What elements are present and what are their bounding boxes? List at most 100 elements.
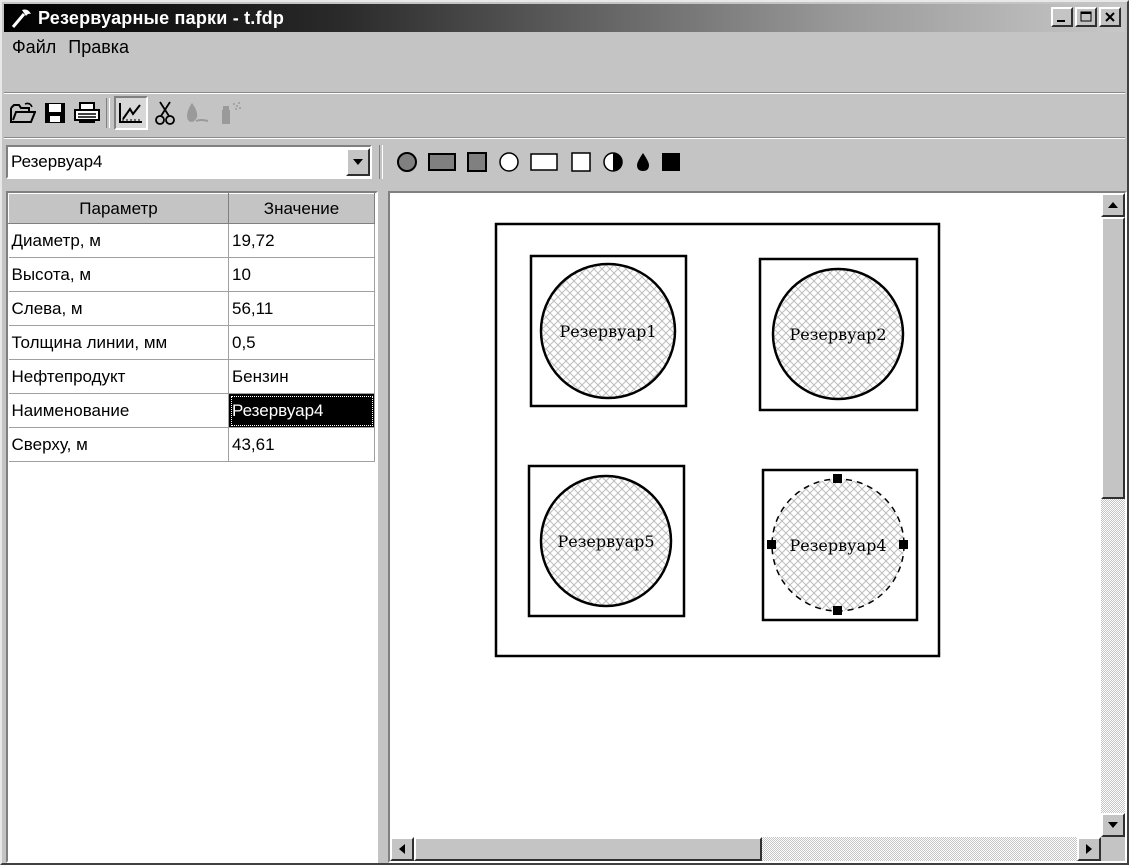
- param-value[interactable]: 43,61: [228, 427, 375, 462]
- tank-label: Резервуар1: [559, 322, 656, 341]
- shape-drop-button[interactable]: [630, 150, 656, 174]
- cut-icon: [155, 101, 175, 125]
- title-bar[interactable]: Резервуарные парки - t.fdp: [4, 4, 1125, 32]
- shape-filled-wide-rect-button[interactable]: [426, 150, 458, 174]
- draw-mode-button[interactable]: [114, 96, 148, 130]
- cut-button[interactable]: [152, 98, 178, 128]
- tank-5[interactable]: Резервуар5: [527, 464, 686, 618]
- half-circle-icon: [603, 152, 623, 172]
- table-row[interactable]: Наименование Резервуар4: [8, 393, 375, 428]
- param-value-selected[interactable]: Резервуар4: [228, 393, 375, 428]
- scroll-left-button[interactable]: [390, 837, 414, 861]
- toolbar-divider: [4, 137, 1125, 139]
- param-value[interactable]: Бензин: [228, 359, 375, 394]
- maximize-icon: [1080, 11, 1092, 22]
- close-button[interactable]: [1099, 7, 1121, 27]
- app-icon: [11, 9, 31, 28]
- scroll-up-button[interactable]: [1101, 193, 1125, 217]
- menu-bar: Файл Правка: [6, 34, 135, 60]
- hollow-square-icon: [571, 152, 591, 172]
- toolbar-separator: [106, 98, 110, 128]
- shape-hollow-wide-rect-button[interactable]: [528, 150, 560, 174]
- tank-label: Резервуар2: [789, 325, 886, 344]
- shape-filled-square-button[interactable]: [464, 150, 490, 174]
- hollow-circle-icon: [499, 152, 519, 172]
- param-name: Сверху, м: [8, 427, 229, 462]
- table-row[interactable]: Толщина линии, мм 0,5: [8, 325, 375, 360]
- save-button[interactable]: [40, 98, 70, 128]
- param-value[interactable]: 0,5: [228, 325, 375, 360]
- resize-handle[interactable]: [899, 540, 908, 549]
- scroll-down-button[interactable]: [1101, 813, 1125, 837]
- horizontal-scrollbar[interactable]: [390, 837, 1101, 861]
- save-icon: [45, 103, 65, 123]
- close-icon: [1105, 12, 1115, 22]
- chevron-down-icon: [353, 159, 363, 165]
- arrow-left-icon: [399, 844, 405, 854]
- black-square-icon: [662, 153, 680, 171]
- table-row[interactable]: Слева, м 56,11: [8, 291, 375, 326]
- menu-file[interactable]: Файл: [6, 37, 62, 58]
- maximize-button[interactable]: [1075, 7, 1097, 27]
- param-value[interactable]: 10: [228, 257, 375, 292]
- drop-icon: [637, 153, 649, 171]
- table-row[interactable]: Диаметр, м 19,72: [8, 223, 375, 258]
- param-value[interactable]: 56,11: [228, 291, 375, 326]
- fill-icon: [187, 103, 209, 122]
- param-name: Высота, м: [8, 257, 229, 292]
- property-grid: Параметр Значение Диаметр, м 19,72 Высот…: [6, 191, 378, 863]
- param-value[interactable]: 19,72: [228, 223, 375, 258]
- table-row[interactable]: Сверху, м 43,61: [8, 427, 375, 462]
- resize-handle[interactable]: [833, 474, 842, 483]
- shape-filled-circle-button[interactable]: [394, 150, 420, 174]
- tank-1[interactable]: Резервуар1: [529, 254, 688, 408]
- draw-mode-icon: [119, 103, 142, 123]
- open-icon: [10, 102, 36, 123]
- filled-square-icon: [467, 152, 487, 172]
- spray-button[interactable]: [214, 98, 244, 128]
- shape-hollow-circle-button[interactable]: [496, 150, 522, 174]
- spray-icon: [222, 102, 241, 124]
- menu-edit[interactable]: Правка: [62, 37, 135, 58]
- filled-circle-icon: [397, 152, 417, 172]
- tank-label: Резервуар4: [789, 536, 886, 555]
- arrow-down-icon: [1108, 822, 1118, 828]
- arrow-up-icon: [1108, 202, 1118, 208]
- resize-handle[interactable]: [767, 540, 776, 549]
- object-select-value: Резервуар4: [11, 152, 103, 171]
- vertical-scroll-thumb[interactable]: [1101, 217, 1125, 499]
- param-name: Слева, м: [8, 291, 229, 326]
- open-button[interactable]: [8, 98, 38, 128]
- resize-handle[interactable]: [833, 606, 842, 615]
- tank-farm-diagram[interactable]: Резервуар1 Резервуар2 Резервуар5 Резерву…: [390, 193, 1101, 837]
- object-select-dropdown-button[interactable]: [346, 148, 370, 176]
- print-button[interactable]: [72, 98, 102, 128]
- hollow-wide-rect-icon: [530, 153, 558, 171]
- horizontal-scroll-thumb[interactable]: [414, 837, 762, 861]
- object-select[interactable]: Резервуар4: [6, 145, 372, 179]
- shape-hollow-square-button[interactable]: [568, 150, 594, 174]
- table-row[interactable]: Нефтепродукт Бензин: [8, 359, 375, 394]
- shape-half-circle-button[interactable]: [600, 150, 626, 174]
- tank-label: Резервуар5: [557, 532, 654, 551]
- shape-black-square-button[interactable]: [658, 150, 684, 174]
- scrollbar-corner: [1101, 837, 1125, 861]
- palette-separator: [379, 145, 383, 179]
- table-row[interactable]: Высота, м 10: [8, 257, 375, 292]
- tank-2[interactable]: Резервуар2: [758, 257, 919, 412]
- filled-wide-rect-icon: [428, 153, 456, 171]
- menu-divider: [4, 92, 1125, 94]
- scroll-right-button[interactable]: [1077, 837, 1101, 861]
- minimize-button[interactable]: [1051, 7, 1073, 27]
- param-name: Диаметр, м: [8, 223, 229, 258]
- column-header-value[interactable]: Значение: [228, 193, 375, 224]
- fill-button[interactable]: [182, 98, 212, 128]
- tank-4-selected[interactable]: Резервуар4: [761, 468, 919, 622]
- drawing-canvas[interactable]: Резервуар1 Резервуар2 Резервуар5 Резерву…: [388, 191, 1127, 863]
- column-header-parameter[interactable]: Параметр: [8, 193, 229, 224]
- arrow-right-icon: [1086, 844, 1092, 854]
- param-name: Толщина линии, мм: [8, 325, 229, 360]
- vertical-scrollbar[interactable]: [1101, 193, 1125, 837]
- print-icon: [74, 102, 100, 123]
- param-name: Нефтепродукт: [8, 359, 229, 394]
